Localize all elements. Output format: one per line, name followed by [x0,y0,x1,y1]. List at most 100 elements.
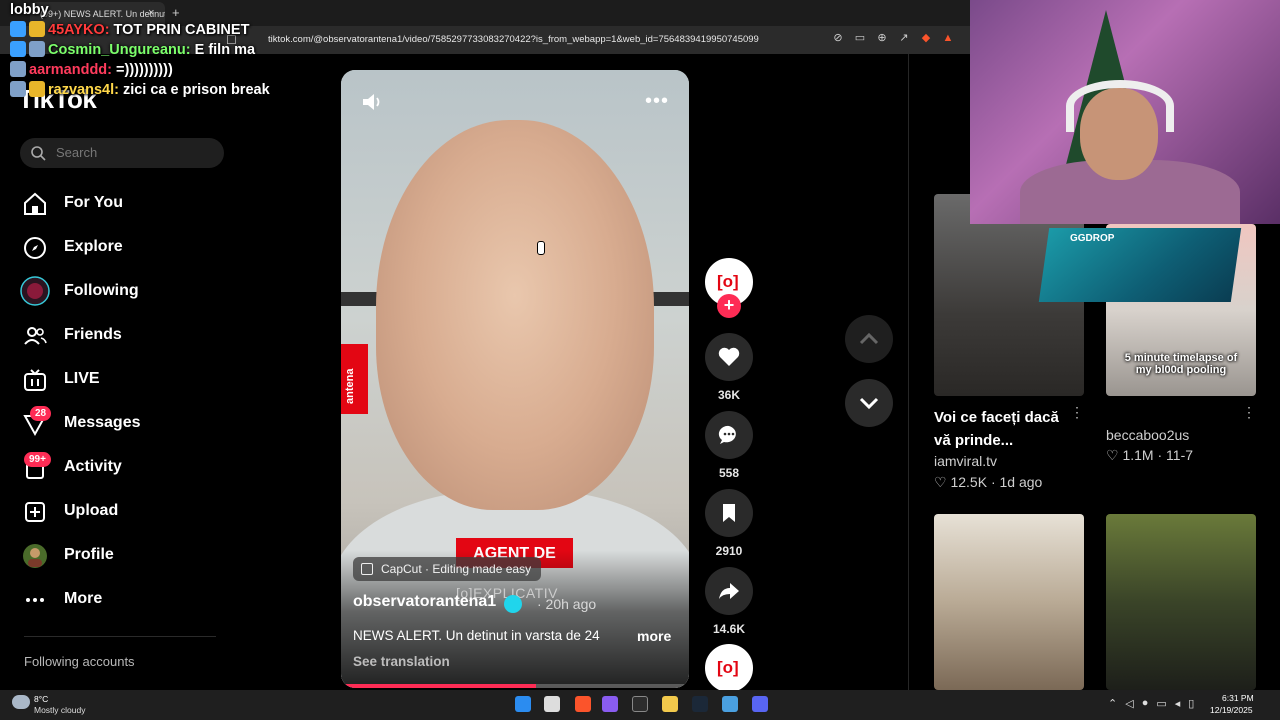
follow-button[interactable]: + [717,294,741,318]
battery-icon[interactable]: ▯ [1188,697,1194,710]
weather-condition[interactable]: Mostly cloudy [34,705,86,715]
stream-chat-overlay: lobby 45AYKO: TOT PRIN CABINET Cosmin_Un… [10,0,280,100]
nav-friends[interactable]: Friends [0,318,230,354]
previous-video-button[interactable] [845,315,893,363]
chat-line: razvans4l: zici ca e prison break [10,80,280,100]
card-more-icon[interactable]: ⋮ [1070,404,1084,421]
share-arrow-icon [719,583,739,599]
recommended-thumbnail[interactable] [934,514,1084,690]
bookmark-icon [723,504,735,522]
search-input[interactable] [20,138,224,168]
heart-outline-icon: ♡ [934,474,947,490]
nav-label: Messages [64,414,141,431]
video-subject-head [376,120,654,510]
toolbar-icons: ⊘ ▭ ⊕ ↗ ◆ ▲ [832,32,954,44]
comment-icon [718,425,736,444]
like-count: 36K [717,388,740,402]
discord-icon[interactable] [752,696,768,712]
weather-cloud-icon[interactable] [12,695,30,709]
recommended-thumbnail[interactable] [1106,514,1256,690]
nav-explore[interactable]: Explore [0,230,230,266]
capcut-anchor[interactable]: CapCut · Editing made easy [353,557,542,581]
creator-avatar-logo: [o] [717,272,739,291]
share-icon[interactable]: ↗ [898,32,910,44]
url-text[interactable]: tiktok.com/@observatorantena1/video/7585… [268,34,759,45]
nav-live[interactable]: LIVE [0,362,230,398]
save-button[interactable] [705,489,753,537]
video-progress-bar[interactable] [341,684,689,688]
nav-upload[interactable]: Upload [0,494,230,530]
video-progress-fill [341,684,536,688]
nav-label: Following [64,282,139,299]
chat-badge-icon [29,81,45,97]
compass-icon [24,237,46,259]
chat-line: 45AYKO: TOT PRIN CABINET [10,20,280,40]
upload-icon [25,502,45,522]
volume-icon[interactable] [361,92,385,112]
recommended-likes: 12.5K [950,474,988,490]
background-bar [341,292,381,306]
obs-icon[interactable] [632,696,648,712]
volume-icon[interactable]: ◂ [1175,697,1181,710]
nav-label: For You [64,194,123,211]
file-explorer-icon[interactable] [662,696,678,712]
clock-date[interactable]: 12/19/2025 [1210,705,1253,715]
share-count: 14.6K [712,622,746,636]
sponsor-label: GGDROP [1070,233,1115,244]
sound-disc[interactable]: [o] [705,644,753,692]
recommended-date: 1d ago [999,474,1043,490]
steam-icon[interactable] [692,696,708,712]
chevron-up-icon[interactable]: ⌃ [1108,697,1117,710]
sidebar: TikTok Search For You Explore Following … [0,54,250,690]
video-more-icon[interactable]: ••• [645,90,669,113]
app-icon[interactable] [602,696,618,712]
following-accounts-heading: Following accounts [24,654,135,669]
task-view-icon[interactable] [544,696,560,712]
nav-profile[interactable]: Profile [0,538,230,574]
brave-rewards-icon[interactable]: ▲ [942,32,954,44]
recommended-user[interactable]: beccaboo2us [1106,427,1189,443]
nav-activity[interactable]: 99+ Activity [0,450,230,486]
chat-message: TOT PRIN CABINET [109,22,250,38]
profile-avatar-icon [23,544,47,568]
nav-for-you[interactable]: For You [0,186,230,222]
recommended-user[interactable]: iamviral.tv [934,453,997,469]
brave-shield-icon[interactable]: ◆ [920,32,932,44]
nav-following[interactable]: Following [0,274,230,310]
brave-browser-icon[interactable] [575,696,591,712]
nav-messages[interactable]: 28 Messages [0,406,230,442]
video-player[interactable]: antena AGENT DE [o]EXPLICATIV ••• CapCut… [341,70,689,688]
translate-icon[interactable]: ⊘ [832,32,844,44]
network-icon[interactable]: ▭ [1156,697,1166,710]
weather-temperature[interactable]: 8°C [34,694,48,704]
card-more-icon[interactable]: ⋮ [1242,404,1256,421]
zoom-icon[interactable]: ⊕ [876,32,888,44]
like-button[interactable] [705,333,753,381]
caption-more-button[interactable]: more [637,628,671,644]
chat-badge-icon [10,21,26,37]
capcut-label: CapCut · Editing made easy [381,562,532,576]
chat-message: E filn ma [190,42,256,58]
see-translation-button[interactable]: See translation [353,654,450,669]
messages-badge: 28 [30,406,52,421]
next-video-button[interactable] [845,379,893,427]
sidebar-divider [24,636,216,637]
chat-line: lobby [10,0,280,20]
video-author[interactable]: observatorantena1 [353,593,496,611]
microphone-icon[interactable]: ● [1142,697,1149,710]
chat-badge-icon [10,41,26,57]
notepad-icon[interactable] [722,696,738,712]
recommended-title[interactable]: Voi ce faceți dacă vă prinde... [934,406,1064,452]
comment-button[interactable] [705,411,753,459]
nav-label: More [64,590,103,607]
more-dots-icon [26,598,44,602]
nav-more[interactable]: More [0,582,230,618]
save-count: 2910 [715,544,743,558]
clock-time[interactable]: 6:31 PM [1222,693,1254,703]
sound-disc-logo: [o] [717,658,739,677]
share-button[interactable] [705,567,753,615]
speaker-icon[interactable]: ◁ [1125,697,1133,710]
cast-icon[interactable]: ▭ [854,32,866,44]
start-icon[interactable] [515,696,531,712]
streamer-webcam [970,0,1280,224]
